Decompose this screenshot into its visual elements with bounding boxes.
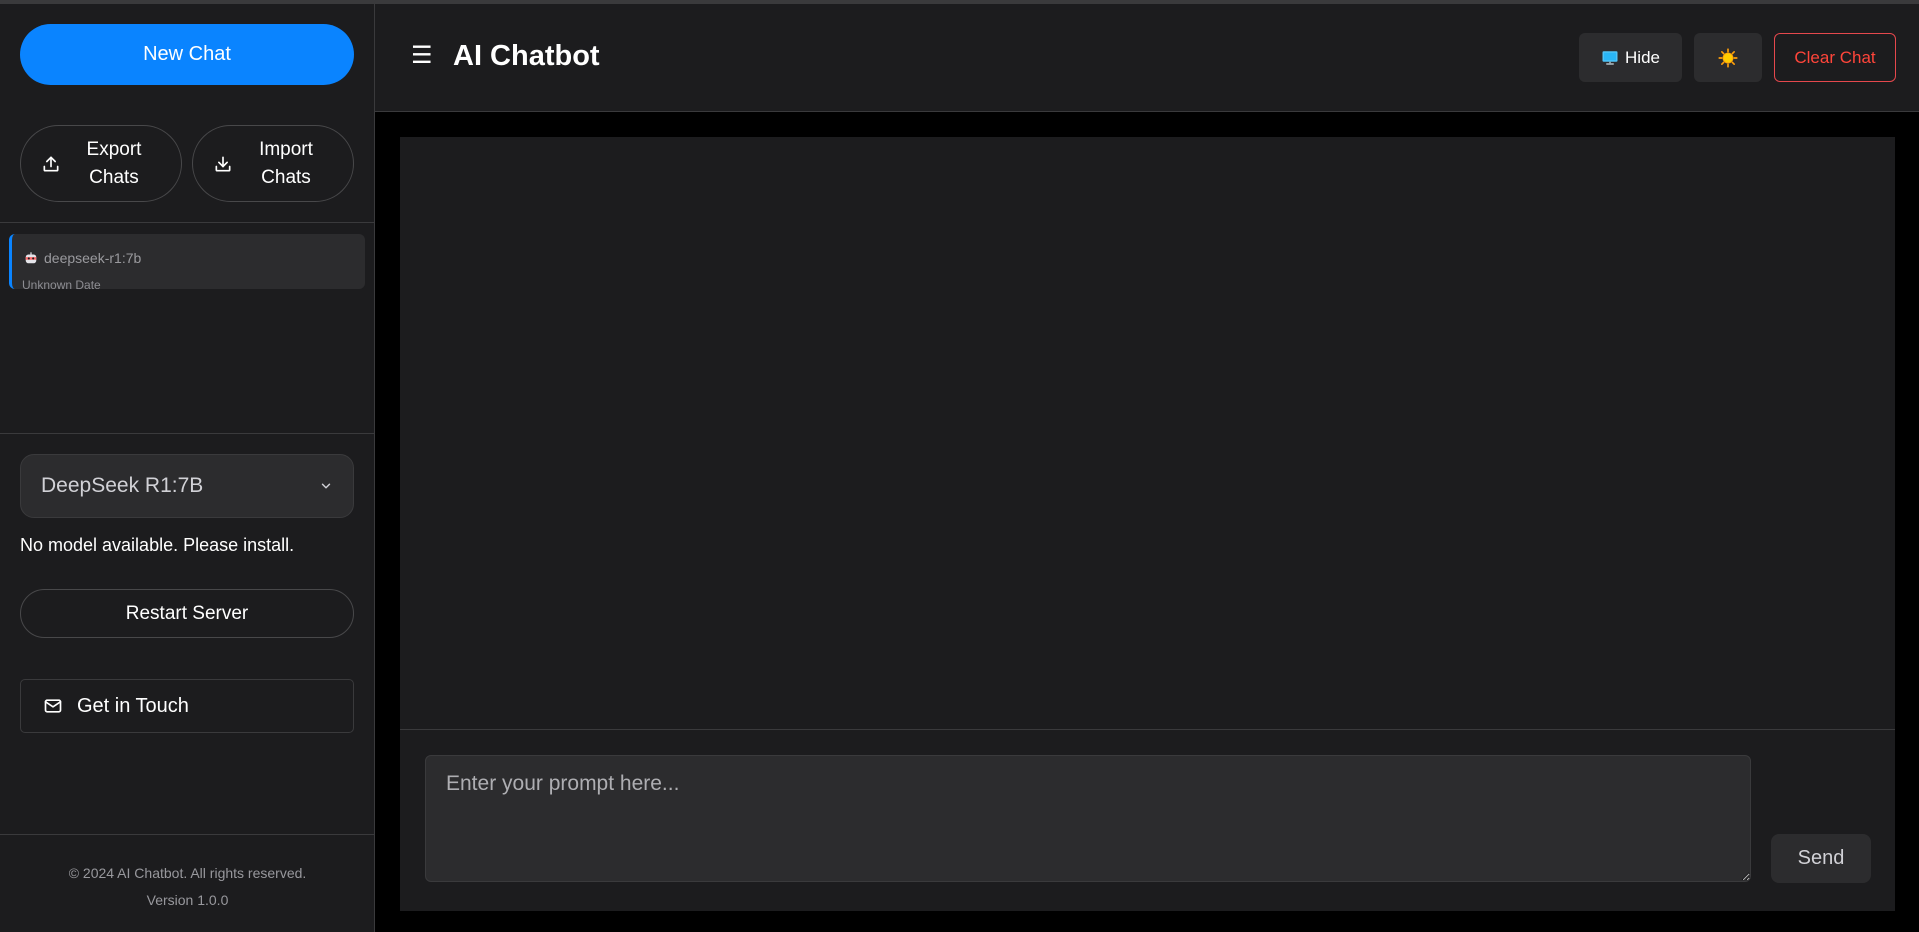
new-chat-button[interactable]: New Chat [20, 24, 354, 85]
model-select-value: DeepSeek R1:7B [41, 474, 204, 497]
send-button[interactable]: Send [1771, 834, 1871, 883]
export-chats-label: Export Chats [86, 138, 142, 188]
import-chats-button[interactable]: Import Chats [192, 125, 354, 202]
hide-sidebar-button[interactable]: Hide [1579, 33, 1682, 82]
get-in-touch-label: Get in Touch [77, 694, 189, 717]
robot-icon [25, 252, 37, 264]
model-select[interactable]: DeepSeek R1:7B [20, 454, 354, 518]
prompt-input[interactable] [425, 755, 1751, 882]
clear-chat-button[interactable]: Clear Chat [1774, 33, 1896, 82]
sidebar-divider [0, 222, 375, 223]
copyright-text: © 2024 AI Chatbot. All rights reserved. [68, 865, 307, 881]
chevron-down-icon [321, 483, 331, 489]
chat-item-title-row: deepseek-r1:7b [24, 250, 141, 266]
page-title: AI Chatbot [453, 40, 600, 72]
theme-toggle-button[interactable] [1694, 33, 1762, 82]
sidebar: New Chat Export Chats Import Chats deeps… [0, 4, 375, 932]
app-root: New Chat Export Chats Import Chats deeps… [0, 4, 1919, 932]
message-list[interactable] [400, 137, 1895, 730]
sidebar-footer: © 2024 AI Chatbot. All rights reserved. … [0, 860, 375, 914]
upload-icon [43, 156, 59, 171]
import-chats-label: Import Chats [259, 138, 313, 188]
version-text: Version 1.0.0 [146, 892, 229, 908]
main-area: ☰ AI Chatbot Hide Clear Chat Enter your … [375, 4, 1919, 932]
top-header: ☰ AI Chatbot Hide Clear Chat [375, 4, 1919, 112]
chat-list-item[interactable]: deepseek-r1:7b Unknown Date [9, 234, 365, 289]
chat-item-date: Unknown Date [22, 278, 101, 289]
hide-label: Hide [1625, 47, 1660, 67]
model-status-text: No model available. Please install. [20, 535, 295, 555]
chat-item-title: deepseek-r1:7b [44, 250, 142, 266]
export-chats-button[interactable]: Export Chats [20, 125, 182, 202]
sidebar-divider [0, 834, 375, 835]
sidebar-divider [0, 433, 375, 434]
mail-icon [44, 699, 62, 713]
sun-icon [1718, 47, 1738, 68]
get-in-touch-button[interactable]: Get in Touch [20, 679, 354, 733]
download-icon [215, 156, 231, 171]
restart-server-button[interactable]: Restart Server [20, 589, 354, 638]
chat-panel: Send [400, 137, 1895, 911]
menu-toggle-icon[interactable]: ☰ [411, 44, 433, 68]
monitor-icon [1602, 50, 1618, 65]
